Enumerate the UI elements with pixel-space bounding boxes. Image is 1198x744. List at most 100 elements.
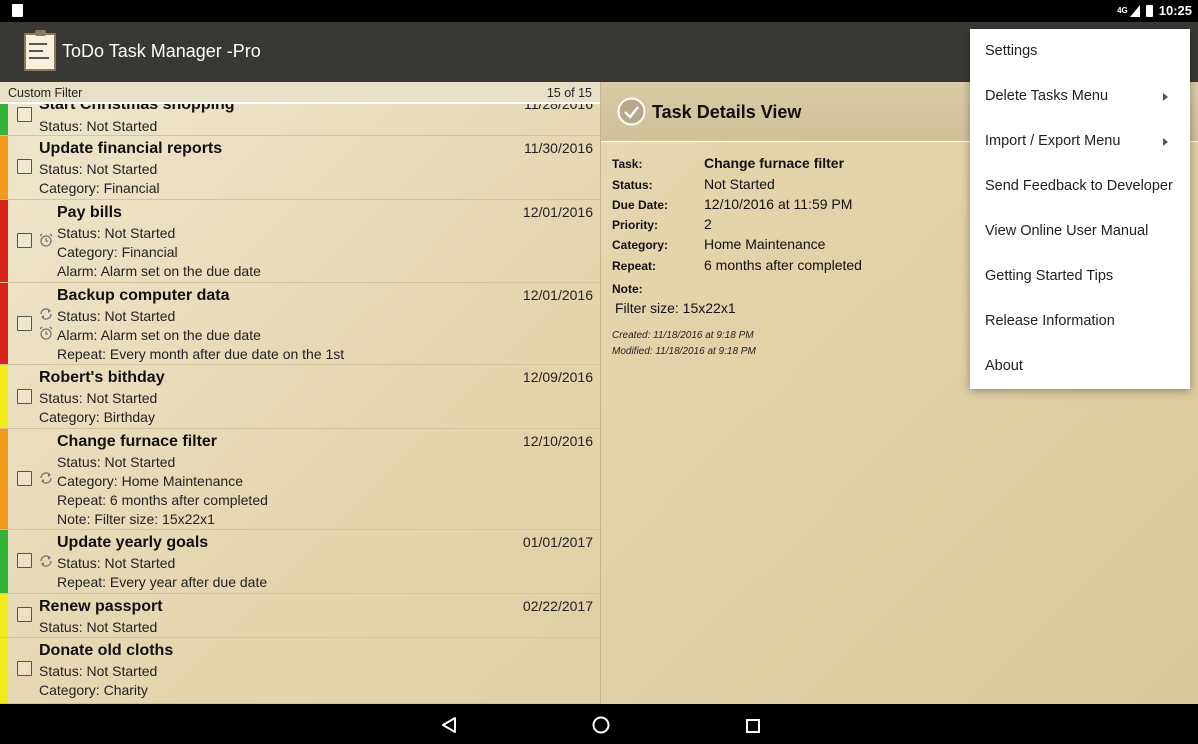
- label-category: Category:: [612, 238, 669, 252]
- detail-modified: Modified: 11/18/2016 at 9:18 PM: [612, 346, 756, 357]
- menu-item-label: About: [985, 358, 1023, 374]
- label-repeat: Repeat:: [612, 259, 657, 273]
- check-circle-icon: [617, 97, 646, 126]
- repeat-icon: [40, 472, 52, 484]
- label-due-date: Due Date:: [612, 198, 669, 212]
- task-checkbox[interactable]: [17, 316, 32, 331]
- task-alarm: Alarm: Alarm set on the due date: [57, 327, 261, 343]
- menu-item-delete-tasks[interactable]: Delete Tasks Menu: [970, 74, 1190, 119]
- task-checkbox[interactable]: [17, 661, 32, 676]
- task-list: Start Christmas shopping 11/28/2016 Stat…: [0, 96, 600, 704]
- priority-indicator: [0, 104, 8, 135]
- task-category: Category: Financial: [57, 244, 178, 260]
- task-checkbox[interactable]: [17, 107, 32, 122]
- menu-item-send-feedback[interactable]: Send Feedback to Developer: [970, 164, 1190, 209]
- label-priority: Priority:: [612, 218, 659, 232]
- status-bar: 4G 10:25: [0, 0, 1198, 22]
- app-logo-icon: [24, 30, 56, 71]
- task-title: Update yearly goals: [57, 534, 209, 551]
- task-category: Category: Charity: [39, 682, 148, 698]
- submenu-arrow-icon: [1163, 138, 1168, 146]
- status-indicators: 4G 10:25: [1117, 3, 1192, 18]
- alarm-clock-icon: [39, 326, 53, 340]
- list-item[interactable]: Update financial reports 11/30/2016 Stat…: [0, 136, 600, 200]
- filter-bar[interactable]: Custom Filter 15 of 15: [0, 82, 600, 104]
- list-item[interactable]: Update yearly goals 01/01/2017 Status: N…: [0, 530, 600, 594]
- priority-indicator: [0, 200, 8, 282]
- task-date: 12/01/2016: [522, 204, 593, 220]
- task-status: Status: Not Started: [57, 454, 176, 470]
- task-checkbox[interactable]: [17, 159, 32, 174]
- menu-item-label: View Online User Manual: [985, 223, 1149, 239]
- task-repeat: Repeat: Every year after due date: [57, 574, 268, 590]
- sd-card-icon: [12, 4, 23, 17]
- task-title: Update financial reports: [39, 140, 223, 157]
- app-title: ToDo Task Manager -Pro: [62, 41, 261, 61]
- overflow-menu: Settings Delete Tasks Menu Import / Expo…: [970, 29, 1190, 389]
- task-date: 12/09/2016: [522, 369, 593, 385]
- task-list-pane: Custom Filter 15 of 15 Start Christmas s…: [0, 82, 601, 704]
- details-title: Task Details View: [652, 102, 802, 122]
- task-status: Status: Not Started: [39, 118, 158, 134]
- label-note: Note:: [612, 282, 643, 296]
- priority-indicator: [0, 365, 8, 428]
- task-title: Robert's bithday: [39, 369, 165, 386]
- priority-indicator: [0, 429, 8, 529]
- priority-indicator: [0, 136, 8, 199]
- navigation-bar: [0, 704, 1198, 744]
- task-status: Status: Not Started: [39, 663, 158, 679]
- repeat-icon: [40, 555, 52, 567]
- task-checkbox[interactable]: [17, 607, 32, 622]
- menu-item-release-info[interactable]: Release Information: [970, 299, 1190, 344]
- task-checkbox[interactable]: [17, 389, 32, 404]
- task-status: Status: Not Started: [57, 308, 176, 324]
- filter-label: Custom Filter: [8, 86, 83, 100]
- task-count: 15 of 15: [546, 86, 592, 100]
- menu-item-about[interactable]: About: [970, 344, 1190, 389]
- home-circle-icon[interactable]: [592, 716, 610, 734]
- network-type: 4G: [1117, 6, 1128, 15]
- task-repeat: Repeat: Every month after due date on th…: [57, 346, 345, 362]
- menu-item-settings[interactable]: Settings: [970, 29, 1190, 74]
- list-item[interactable]: Start Christmas shopping 11/28/2016 Stat…: [0, 96, 600, 136]
- task-checkbox[interactable]: [17, 471, 32, 486]
- detail-status: Not Started: [704, 176, 775, 192]
- task-category: Category: Home Maintenance: [57, 473, 243, 489]
- task-status: Status: Not Started: [39, 390, 158, 406]
- menu-item-label: Settings: [985, 43, 1038, 59]
- menu-item-user-manual[interactable]: View Online User Manual: [970, 209, 1190, 254]
- list-item[interactable]: Renew passport 02/22/2017 Status: Not St…: [0, 594, 600, 638]
- task-category: Category: Financial: [39, 180, 160, 196]
- list-item[interactable]: Robert's bithday 12/09/2016 Status: Not …: [0, 365, 600, 429]
- task-checkbox[interactable]: [17, 553, 32, 568]
- menu-item-label: Send Feedback to Developer: [985, 178, 1173, 194]
- signal-icon: [1129, 4, 1140, 17]
- menu-item-getting-started[interactable]: Getting Started Tips: [970, 254, 1190, 299]
- label-task: Task:: [612, 157, 643, 171]
- list-item[interactable]: Change furnace filter 12/10/2016 Status:…: [0, 429, 600, 530]
- recents-square-icon[interactable]: [746, 719, 760, 733]
- detail-note: Filter size: 15x22x1: [615, 300, 736, 316]
- list-item[interactable]: Pay bills 12/01/2016 Status: Not Started…: [0, 200, 600, 283]
- task-checkbox[interactable]: [17, 233, 32, 248]
- menu-item-import-export[interactable]: Import / Export Menu: [970, 119, 1190, 164]
- detail-repeat: 6 months after completed: [704, 257, 862, 273]
- task-date: 12/01/2016: [522, 287, 593, 303]
- list-item[interactable]: Donate old cloths Status: Not Started Ca…: [0, 638, 600, 704]
- menu-item-label: Import / Export Menu: [985, 133, 1121, 149]
- battery-icon: [1145, 4, 1153, 17]
- task-status: Status: Not Started: [39, 619, 158, 635]
- task-title: Donate old cloths: [39, 642, 174, 659]
- task-title: Change furnace filter: [57, 433, 218, 450]
- task-date: 11/30/2016: [523, 140, 593, 156]
- menu-item-label: Delete Tasks Menu: [985, 88, 1109, 104]
- menu-item-label: Getting Started Tips: [985, 268, 1114, 284]
- back-triangle-icon[interactable]: [441, 716, 457, 734]
- task-repeat: Repeat: 6 months after completed: [57, 492, 268, 508]
- task-title: Pay bills: [57, 204, 122, 221]
- priority-indicator: [0, 283, 8, 364]
- list-item[interactable]: Backup computer data 12/01/2016 Status: …: [0, 283, 600, 365]
- detail-due-date: 12/10/2016 at 11:59 PM: [704, 196, 853, 212]
- priority-indicator: [0, 594, 8, 637]
- task-status: Status: Not Started: [57, 225, 176, 241]
